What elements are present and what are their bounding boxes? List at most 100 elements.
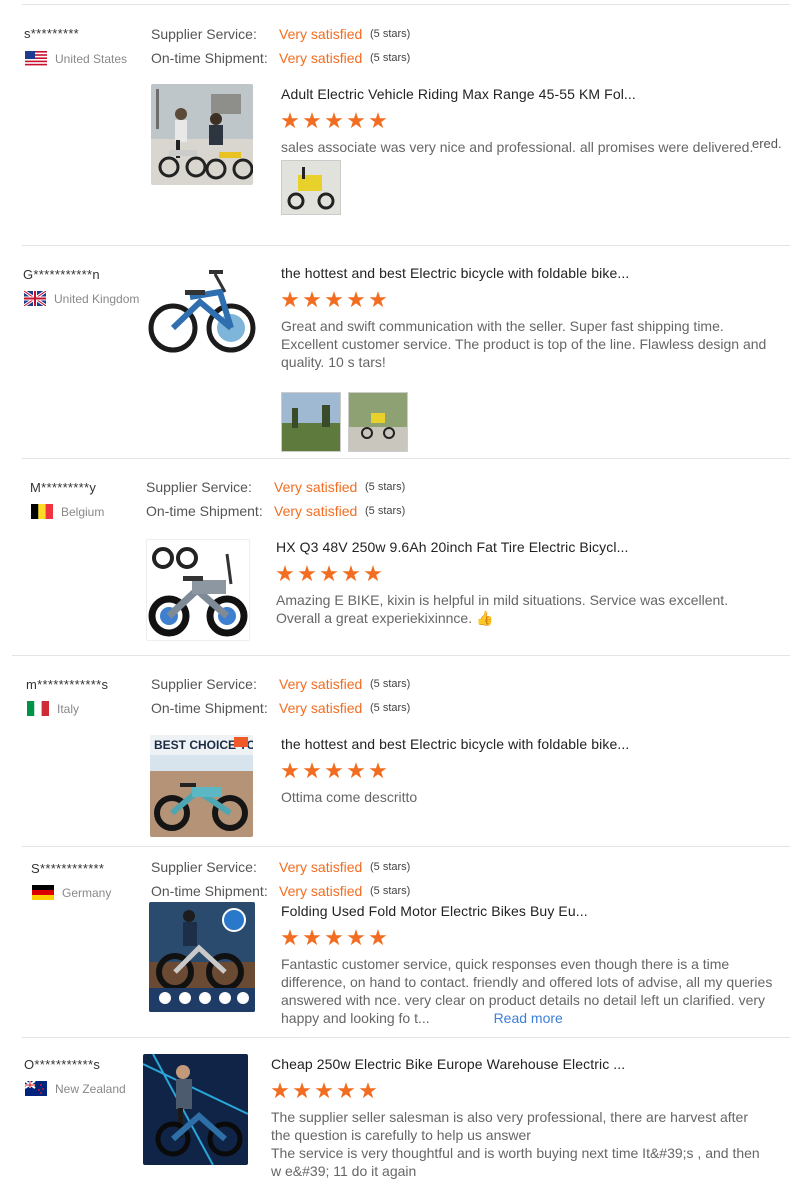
supplier-service-label: Supplier Service: — [151, 676, 257, 692]
product-title[interactable]: HX Q3 48V 250w 9.6Ah 20inch Fat Tire Ele… — [276, 539, 629, 555]
country-label: United States — [55, 51, 128, 66]
product-title[interactable]: Adult Electric Vehicle Riding Max Range … — [281, 86, 636, 102]
reviewer-country: Italy — [27, 701, 79, 716]
star-icon: ★ — [358, 1078, 378, 1103]
star-icon: ★ — [346, 758, 366, 783]
review-photo[interactable] — [348, 392, 408, 452]
italy-flag-icon — [27, 701, 49, 716]
country-label: United Kingdom — [54, 291, 140, 306]
review-comment: Amazing E BIKE, kixin is helpful in mild… — [276, 592, 729, 626]
product-thumbnail[interactable]: BEST CHOICE TO — [150, 735, 253, 837]
review-comment: Fantastic customer service, quick respon… — [281, 955, 789, 1027]
product-thumbnail[interactable] — [151, 84, 253, 185]
star-icon: ★ — [280, 287, 300, 312]
supplier-service-stars: (5 stars) — [365, 481, 406, 493]
ontime-shipment-label: On-time Shipment: — [151, 50, 268, 66]
star-icon: ★ — [280, 925, 300, 950]
read-more-link[interactable]: Read more — [494, 1010, 563, 1026]
star-icon: ★ — [324, 108, 344, 133]
reviewer-country: Germany — [32, 885, 111, 900]
supplier-service-value: Very satisfied — [279, 859, 363, 875]
star-icon: ★ — [363, 561, 383, 586]
star-icon: ★ — [341, 561, 361, 586]
star-rating: ★ ★ ★ ★ ★ — [280, 108, 388, 133]
product-title[interactable]: Cheap 250w Electric Bike Europe Warehous… — [271, 1056, 625, 1072]
reviewer-country: United Kingdom — [24, 291, 139, 306]
star-icon: ★ — [368, 287, 388, 312]
review-comment: sales associate was very nice and profes… — [281, 139, 754, 155]
star-icon: ★ — [297, 561, 317, 586]
product-thumbnail[interactable] — [145, 262, 257, 362]
separator — [22, 245, 790, 246]
ontime-shipment-value: Very satisfied — [279, 700, 363, 716]
star-rating: ★ ★ ★ ★ ★ — [270, 1078, 378, 1103]
product-title[interactable]: Folding Used Fold Motor Electric Bikes B… — [281, 903, 588, 919]
star-icon: ★ — [314, 1078, 334, 1103]
star-rating: ★ ★ ★ ★ ★ — [280, 925, 388, 950]
star-icon: ★ — [368, 108, 388, 133]
star-icon: ★ — [319, 561, 339, 586]
star-rating: ★ ★ ★ ★ ★ — [280, 287, 388, 312]
ontime-shipment-value: Very satisfied — [279, 50, 363, 66]
star-icon: ★ — [324, 758, 344, 783]
product-title[interactable]: the hottest and best Electric bicycle wi… — [281, 736, 629, 752]
supplier-service-stars: (5 stars) — [370, 28, 411, 40]
reviewer-name: s********* — [24, 26, 80, 41]
star-icon: ★ — [324, 925, 344, 950]
star-icon: ★ — [280, 758, 300, 783]
review-comment: Great and swift communication with the s… — [281, 318, 767, 370]
uk-flag-icon — [24, 291, 46, 306]
star-icon: ★ — [302, 287, 322, 312]
separator — [22, 846, 790, 847]
product-title[interactable]: the hottest and best Electric bicycle wi… — [281, 265, 629, 281]
separator — [22, 1037, 790, 1038]
review-comment-extra: ered. — [752, 136, 782, 151]
star-icon: ★ — [280, 108, 300, 133]
separator — [22, 458, 790, 459]
star-icon: ★ — [346, 925, 366, 950]
ontime-shipment-value: Very satisfied — [279, 883, 363, 899]
star-icon: ★ — [346, 108, 366, 133]
product-thumbnail[interactable] — [149, 902, 255, 1012]
belgium-flag-icon — [31, 504, 53, 519]
star-icon: ★ — [292, 1078, 312, 1103]
country-label: Germany — [62, 885, 112, 900]
us-flag-icon — [25, 51, 47, 66]
separator — [12, 655, 790, 656]
review-comment: Ottima come descritto — [281, 789, 418, 805]
new-zealand-flag-icon — [25, 1081, 47, 1096]
review-photo[interactable] — [281, 160, 341, 215]
star-icon: ★ — [346, 287, 366, 312]
ontime-shipment-stars: (5 stars) — [370, 885, 411, 897]
separator — [22, 4, 790, 5]
supplier-service-value: Very satisfied — [274, 479, 358, 495]
ontime-shipment-stars: (5 stars) — [370, 52, 411, 64]
reviewer-name: G***********n — [23, 267, 100, 282]
supplier-service-value: Very satisfied — [279, 26, 363, 42]
star-icon: ★ — [302, 758, 322, 783]
country-label: Italy — [57, 701, 80, 716]
star-icon: ★ — [368, 925, 388, 950]
ontime-shipment-label: On-time Shipment: — [151, 883, 268, 899]
reviewer-name: O***********s — [24, 1057, 101, 1072]
star-icon: ★ — [302, 925, 322, 950]
supplier-service-stars: (5 stars) — [370, 678, 411, 690]
ontime-shipment-value: Very satisfied — [274, 503, 358, 519]
review-photo[interactable] — [281, 392, 341, 452]
star-rating: ★ ★ ★ ★ ★ — [275, 561, 383, 586]
ontime-shipment-label: On-time Shipment: — [151, 700, 268, 716]
reviewer-name: m************s — [26, 677, 109, 692]
product-thumbnail[interactable] — [146, 539, 250, 641]
supplier-service-label: Supplier Service: — [151, 859, 257, 875]
star-icon: ★ — [302, 108, 322, 133]
review-comment-continued: The service is very thoughtful and is wo… — [271, 1145, 760, 1179]
supplier-service-stars: (5 stars) — [370, 861, 411, 873]
star-icon: ★ — [368, 758, 388, 783]
supplier-service-label: Supplier Service: — [146, 479, 252, 495]
reviewer-country: Belgium — [31, 504, 104, 519]
ontime-shipment-label: On-time Shipment: — [146, 503, 263, 519]
product-thumbnail[interactable] — [143, 1054, 248, 1165]
star-rating: ★ ★ ★ ★ ★ — [280, 758, 388, 783]
ontime-shipment-stars: (5 stars) — [370, 702, 411, 714]
star-icon: ★ — [270, 1078, 290, 1103]
